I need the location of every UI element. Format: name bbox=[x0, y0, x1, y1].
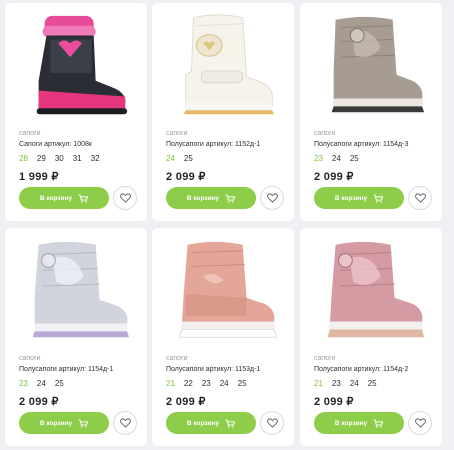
cart-icon bbox=[225, 419, 236, 428]
heart-icon bbox=[414, 418, 426, 428]
add-to-cart-label: В корзину bbox=[39, 419, 73, 427]
product-image[interactable] bbox=[310, 9, 432, 125]
cart-icon bbox=[78, 419, 89, 428]
pink-sequin-boot-image bbox=[179, 241, 277, 338]
add-to-cart-label: В корзину bbox=[39, 194, 73, 202]
size-option[interactable]: 30 bbox=[55, 154, 64, 163]
size-list: 24 25 bbox=[166, 154, 193, 163]
size-list: 21 22 23 24 25 bbox=[166, 379, 247, 388]
size-option[interactable]: 23 bbox=[314, 154, 323, 163]
size-option[interactable]: 23 bbox=[19, 379, 28, 388]
product-title[interactable]: Полусапоги артикул: 1154д-3 bbox=[314, 141, 408, 148]
size-list: 28 29 30 31 32 bbox=[19, 154, 100, 163]
bronze-boot-image bbox=[331, 16, 425, 113]
add-to-cart-button[interactable]: В корзину bbox=[19, 412, 109, 434]
size-option[interactable]: 24 bbox=[350, 379, 359, 388]
size-option[interactable]: 24 bbox=[37, 379, 46, 388]
product-title[interactable]: Сапоги артикул: 1008к bbox=[19, 141, 92, 148]
cart-icon bbox=[225, 194, 236, 203]
size-option[interactable]: 29 bbox=[37, 154, 46, 163]
size-option[interactable]: 25 bbox=[238, 379, 247, 388]
product-price: 2 099 ₽ bbox=[166, 396, 206, 408]
white-heart-boot-image bbox=[183, 14, 275, 115]
product-card[interactable]: сапоги Полусапоги артикул: 1153д-1 21 22… bbox=[152, 228, 294, 446]
product-image[interactable] bbox=[162, 234, 284, 350]
size-list: 23 24 25 bbox=[19, 379, 64, 388]
size-option[interactable]: 23 bbox=[202, 379, 211, 388]
product-price: 2 099 ₽ bbox=[314, 396, 354, 408]
heart-icon bbox=[266, 418, 278, 428]
cart-icon bbox=[373, 194, 384, 203]
size-option[interactable]: 22 bbox=[184, 379, 193, 388]
product-title[interactable]: Полусапоги артикул: 1154д-2 bbox=[314, 366, 408, 373]
product-card[interactable]: сапоги Полусапоги артикул: 1154д-2 21 23… bbox=[300, 228, 442, 446]
heart-icon bbox=[414, 193, 426, 203]
add-to-cart-button[interactable]: В корзину bbox=[166, 412, 256, 434]
product-card[interactable]: сапоги Полусапоги артикул: 1154д-3 23 24… bbox=[300, 3, 442, 221]
heart-icon bbox=[266, 193, 278, 203]
product-category: сапоги bbox=[19, 355, 41, 362]
size-option[interactable]: 21 bbox=[166, 379, 175, 388]
favorite-button[interactable] bbox=[113, 186, 137, 210]
size-option[interactable]: 24 bbox=[332, 154, 341, 163]
size-option[interactable]: 25 bbox=[55, 379, 64, 388]
cart-icon bbox=[78, 194, 89, 203]
product-price: 2 099 ₽ bbox=[314, 171, 354, 183]
product-category: сапоги bbox=[19, 130, 41, 137]
product-title[interactable]: Полусапоги артикул: 1153д-1 bbox=[166, 366, 260, 373]
size-option[interactable]: 21 bbox=[314, 379, 323, 388]
product-image[interactable] bbox=[15, 234, 137, 350]
product-title[interactable]: Полусапоги артикул: 1152д-1 bbox=[166, 141, 260, 148]
size-option[interactable]: 32 bbox=[91, 154, 100, 163]
size-option[interactable]: 25 bbox=[350, 154, 359, 163]
product-grid: сапоги Сапоги артикул: 1008к 28 29 30 31… bbox=[0, 0, 454, 450]
size-list: 23 24 25 bbox=[314, 154, 359, 163]
product-category: сапоги bbox=[166, 355, 188, 362]
favorite-button[interactable] bbox=[260, 411, 284, 435]
rose-boot-image bbox=[327, 241, 425, 338]
size-option[interactable]: 23 bbox=[332, 379, 341, 388]
size-option[interactable]: 24 bbox=[220, 379, 229, 388]
favorite-button[interactable] bbox=[260, 186, 284, 210]
product-price: 2 099 ₽ bbox=[19, 396, 59, 408]
add-to-cart-button[interactable]: В корзину bbox=[19, 187, 109, 209]
add-to-cart-label: В корзину bbox=[334, 194, 368, 202]
product-image[interactable] bbox=[310, 234, 432, 350]
product-card[interactable]: сапоги Сапоги артикул: 1008к 28 29 30 31… bbox=[5, 3, 147, 221]
product-price: 1 999 ₽ bbox=[19, 171, 59, 183]
cart-icon bbox=[373, 419, 384, 428]
product-category: сапоги bbox=[314, 130, 336, 137]
product-category: сапоги bbox=[314, 355, 336, 362]
product-image[interactable] bbox=[162, 9, 284, 125]
size-option[interactable]: 25 bbox=[184, 154, 193, 163]
heart-icon bbox=[119, 418, 131, 428]
favorite-button[interactable] bbox=[408, 186, 432, 210]
pink-black-boot-image bbox=[36, 15, 128, 115]
product-card[interactable]: сапоги Полусапоги артикул: 1152д-1 24 25… bbox=[152, 3, 294, 221]
product-category: сапоги bbox=[166, 130, 188, 137]
favorite-button[interactable] bbox=[408, 411, 432, 435]
add-to-cart-button[interactable]: В корзину bbox=[166, 187, 256, 209]
product-image[interactable] bbox=[15, 9, 137, 125]
add-to-cart-button[interactable]: В корзину bbox=[314, 412, 404, 434]
silver-boot-image bbox=[32, 241, 130, 338]
size-list: 21 23 24 25 bbox=[314, 379, 377, 388]
product-title[interactable]: Полусапоги артикул: 1154д-1 bbox=[19, 366, 113, 373]
add-to-cart-label: В корзину bbox=[334, 419, 368, 427]
add-to-cart-label: В корзину bbox=[186, 194, 220, 202]
heart-icon bbox=[119, 193, 131, 203]
size-option[interactable]: 31 bbox=[73, 154, 82, 163]
add-to-cart-button[interactable]: В корзину bbox=[314, 187, 404, 209]
size-option[interactable]: 28 bbox=[19, 154, 28, 163]
favorite-button[interactable] bbox=[113, 411, 137, 435]
product-price: 2 099 ₽ bbox=[166, 171, 206, 183]
product-card[interactable]: сапоги Полусапоги артикул: 1154д-1 23 24… bbox=[5, 228, 147, 446]
size-option[interactable]: 24 bbox=[166, 154, 175, 163]
add-to-cart-label: В корзину bbox=[186, 419, 220, 427]
size-option[interactable]: 25 bbox=[368, 379, 377, 388]
